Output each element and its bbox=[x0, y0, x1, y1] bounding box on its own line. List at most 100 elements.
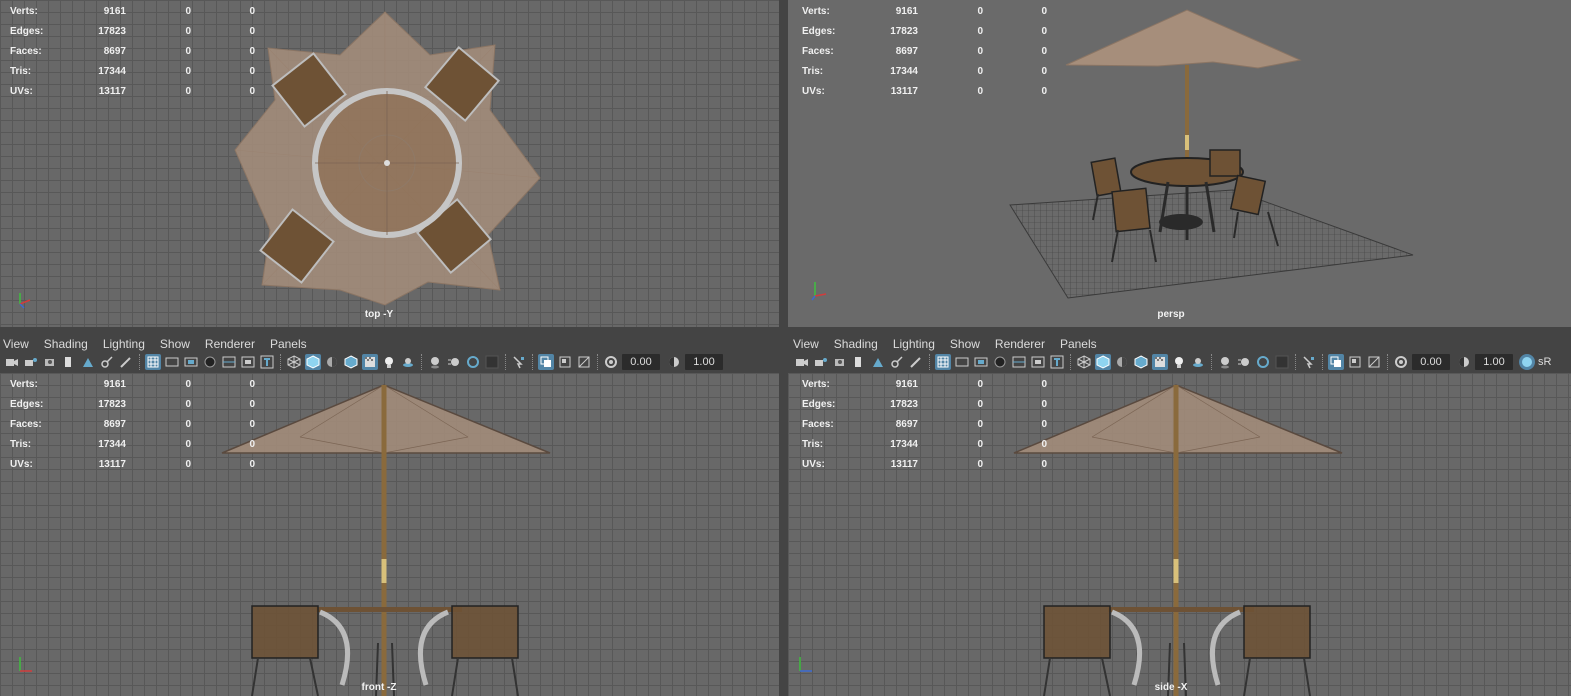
motion-blur-icon[interactable] bbox=[1236, 354, 1252, 370]
depth-of-field-icon[interactable] bbox=[1274, 354, 1290, 370]
grid-toggle-icon[interactable] bbox=[145, 354, 161, 370]
viewport-front[interactable]: Verts: 9161 0 0 Edges: 17823 0 0 Faces: 8697 0 0 … bbox=[0, 373, 779, 696]
isolate-select-icon[interactable] bbox=[511, 354, 527, 370]
bookmark-icon[interactable] bbox=[42, 354, 58, 370]
xray-active-icon[interactable] bbox=[557, 354, 573, 370]
poly-count-hud: Verts: 9161 0 0 Edges: 17823 0 0 Faces: 8697 0 0 … bbox=[802, 375, 1047, 475]
default-material-icon[interactable] bbox=[324, 354, 340, 370]
pencil-icon[interactable] bbox=[908, 354, 924, 370]
viewport-side[interactable]: Verts: 9161 0 0 Edges: 17823 0 0 Faces: 8697 0 0 … bbox=[788, 373, 1571, 696]
smooth-shade-icon[interactable] bbox=[305, 354, 321, 370]
image-plane-icon[interactable] bbox=[851, 354, 867, 370]
camera-attributes-icon[interactable] bbox=[813, 354, 829, 370]
safe-title-icon[interactable] bbox=[259, 354, 275, 370]
resolution-gate-icon[interactable] bbox=[183, 354, 199, 370]
xray-joints-icon[interactable] bbox=[538, 354, 554, 370]
gamma-icon[interactable] bbox=[1456, 354, 1472, 370]
shadows-icon[interactable] bbox=[1190, 354, 1206, 370]
toolbar-separator bbox=[505, 354, 508, 370]
shadows-icon[interactable] bbox=[400, 354, 416, 370]
wireframe-on-shaded-icon[interactable] bbox=[1133, 354, 1149, 370]
smooth-shade-icon[interactable] bbox=[1095, 354, 1111, 370]
hud-edges-selected: 0 bbox=[185, 26, 191, 37]
grease-pencil-icon[interactable] bbox=[99, 354, 115, 370]
gamma-field[interactable]: 1.00 bbox=[1475, 354, 1513, 370]
film-gate-icon[interactable] bbox=[164, 354, 180, 370]
hud-label-faces: Faces: bbox=[802, 46, 834, 57]
menu-shading[interactable]: Shading bbox=[834, 337, 878, 351]
screen-space-ao-icon[interactable] bbox=[1217, 354, 1233, 370]
use-all-lights-icon[interactable] bbox=[1171, 354, 1187, 370]
hud-uvs-other: 0 bbox=[1041, 459, 1047, 470]
camera-select-icon[interactable] bbox=[4, 354, 20, 370]
hud-tris-selected: 0 bbox=[977, 66, 983, 77]
film-gate-icon[interactable] bbox=[954, 354, 970, 370]
wireframe-icon[interactable] bbox=[286, 354, 302, 370]
hud-verts-selected: 0 bbox=[185, 6, 191, 17]
field-chart-icon[interactable] bbox=[221, 354, 237, 370]
xray-joints-icon[interactable] bbox=[1328, 354, 1344, 370]
safe-action-icon[interactable] bbox=[240, 354, 256, 370]
xray-active-icon[interactable] bbox=[1347, 354, 1363, 370]
hud-tris-other: 0 bbox=[249, 439, 255, 450]
field-chart-icon[interactable] bbox=[1011, 354, 1027, 370]
safe-title-icon[interactable] bbox=[1049, 354, 1065, 370]
safe-action-icon[interactable] bbox=[1030, 354, 1046, 370]
default-material-icon[interactable] bbox=[1114, 354, 1130, 370]
menu-panels[interactable]: Panels bbox=[270, 337, 307, 351]
pane-divider-vertical-top[interactable] bbox=[779, 0, 788, 327]
gamma-icon[interactable] bbox=[666, 354, 682, 370]
hud-edges-other: 0 bbox=[1041, 26, 1047, 37]
wireframe-icon[interactable] bbox=[1076, 354, 1092, 370]
color-space-label[interactable]: sR bbox=[1538, 356, 1551, 368]
menu-lighting[interactable]: Lighting bbox=[893, 337, 935, 351]
gate-mask-icon[interactable] bbox=[992, 354, 1008, 370]
viewport-persp[interactable]: Verts: 9161 0 0 Edges: 17823 0 0 Faces: 8697 0 0 … bbox=[788, 0, 1571, 327]
menu-lighting[interactable]: Lighting bbox=[103, 337, 145, 351]
wireframe-on-shaded-icon[interactable] bbox=[343, 354, 359, 370]
exposure-field[interactable]: 0.00 bbox=[1412, 354, 1450, 370]
xray-icon[interactable] bbox=[362, 354, 378, 370]
menu-view[interactable]: View bbox=[3, 337, 29, 351]
menu-show[interactable]: Show bbox=[160, 337, 190, 351]
grease-pencil-icon[interactable] bbox=[889, 354, 905, 370]
hud-uvs-other: 0 bbox=[1041, 86, 1047, 97]
backface-culling-icon[interactable] bbox=[1366, 354, 1382, 370]
exposure-icon[interactable] bbox=[603, 354, 619, 370]
bookmark-icon[interactable] bbox=[832, 354, 848, 370]
use-all-lights-icon[interactable] bbox=[381, 354, 397, 370]
color-management-icon[interactable] bbox=[1519, 354, 1535, 370]
menu-renderer[interactable]: Renderer bbox=[995, 337, 1045, 351]
xray-icon[interactable] bbox=[1152, 354, 1168, 370]
menu-view[interactable]: View bbox=[793, 337, 819, 351]
screen-space-ao-icon[interactable] bbox=[427, 354, 443, 370]
camera-attributes-icon[interactable] bbox=[23, 354, 39, 370]
hud-uvs-total: 13117 bbox=[98, 459, 126, 470]
pencil-icon[interactable] bbox=[118, 354, 134, 370]
pane-divider-vertical-bottom[interactable] bbox=[779, 334, 788, 696]
isolate-select-icon[interactable] bbox=[1301, 354, 1317, 370]
resolution-gate-icon[interactable] bbox=[973, 354, 989, 370]
depth-of-field-icon[interactable] bbox=[484, 354, 500, 370]
backface-culling-icon[interactable] bbox=[576, 354, 592, 370]
gate-mask-icon[interactable] bbox=[202, 354, 218, 370]
image-plane-icon[interactable] bbox=[61, 354, 77, 370]
gamma-field[interactable]: 1.00 bbox=[685, 354, 723, 370]
2d-pan-zoom-icon[interactable] bbox=[870, 354, 886, 370]
viewport-top[interactable]: Verts: 9161 0 0 Edges: 17823 0 0 Faces: 8697 0 0 … bbox=[0, 0, 779, 327]
menu-panels[interactable]: Panels bbox=[1060, 337, 1097, 351]
menu-show[interactable]: Show bbox=[950, 337, 980, 351]
anti-aliasing-icon[interactable] bbox=[1255, 354, 1271, 370]
menu-shading[interactable]: Shading bbox=[44, 337, 88, 351]
menu-renderer[interactable]: Renderer bbox=[205, 337, 255, 351]
exposure-icon[interactable] bbox=[1393, 354, 1409, 370]
anti-aliasing-icon[interactable] bbox=[465, 354, 481, 370]
grid-toggle-icon[interactable] bbox=[935, 354, 951, 370]
motion-blur-icon[interactable] bbox=[446, 354, 462, 370]
camera-select-icon[interactable] bbox=[794, 354, 810, 370]
axis-gizmo-icon bbox=[799, 657, 812, 672]
2d-pan-zoom-icon[interactable] bbox=[80, 354, 96, 370]
exposure-field[interactable]: 0.00 bbox=[622, 354, 660, 370]
hud-verts-other: 0 bbox=[1041, 379, 1047, 390]
toolbar-separator bbox=[421, 354, 424, 370]
